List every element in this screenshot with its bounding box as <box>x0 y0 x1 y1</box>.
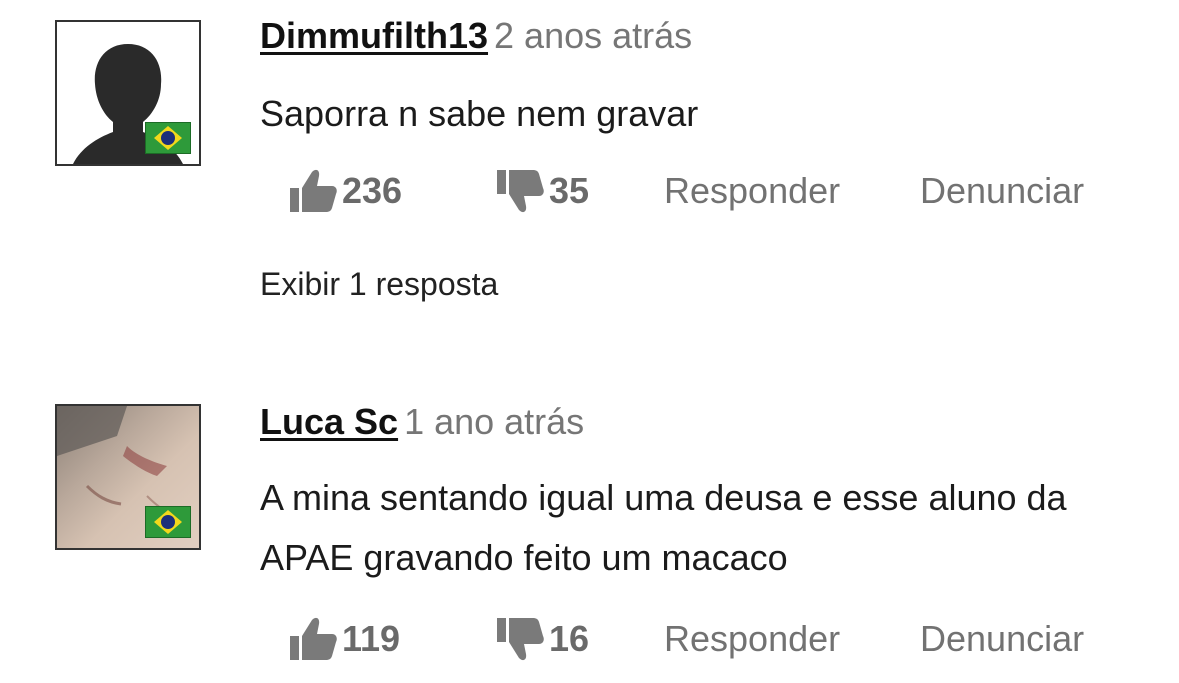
like-button[interactable]: 236 <box>288 166 402 216</box>
avatar[interactable] <box>55 20 201 166</box>
brazil-flag-icon <box>145 122 191 154</box>
comment-actions: 119 16 Responder Denunciar <box>288 614 1148 664</box>
comment-header: Luca Sc 1 ano atrás <box>260 404 584 440</box>
report-button[interactable]: Denunciar <box>920 166 1084 216</box>
reply-button[interactable]: Responder <box>664 614 840 664</box>
thumbs-up-icon <box>290 617 337 660</box>
thumbs-down-icon <box>497 618 544 661</box>
comment-actions: 236 35 Responder Denunciar <box>288 166 1148 216</box>
dislike-button[interactable]: 35 <box>495 166 589 216</box>
dislike-count: 16 <box>549 618 590 659</box>
like-count: 236 <box>342 170 403 211</box>
username-link[interactable]: Dimmufilth13 <box>260 15 488 56</box>
show-replies-link[interactable]: Exibir 1 resposta <box>260 266 498 303</box>
comment-header: Dimmufilth13 2 anos atrás <box>260 18 692 54</box>
report-button[interactable]: Denunciar <box>920 614 1084 664</box>
comment-text: Saporra n sabe nem gravar <box>260 93 699 134</box>
thumbs-up-icon <box>290 169 337 212</box>
comment-text: A mina sentando igual uma deusa e esse a… <box>260 477 1067 578</box>
like-count: 119 <box>342 618 401 659</box>
like-button[interactable]: 119 <box>288 614 400 664</box>
dislike-count: 35 <box>549 170 590 211</box>
dislike-button[interactable]: 16 <box>495 614 589 664</box>
timestamp[interactable]: 2 anos atrás <box>494 15 692 56</box>
username-link[interactable]: Luca Sc <box>260 401 398 442</box>
avatar[interactable] <box>55 404 201 550</box>
reply-button[interactable]: Responder <box>664 166 840 216</box>
thumbs-down-icon <box>497 170 544 213</box>
comment: Luca Sc 1 ano atrás A mina sentando igual… <box>0 390 1179 683</box>
brazil-flag-icon <box>145 506 191 538</box>
comment: Dimmufilth13 2 anos atrás Saporra n sabe … <box>0 0 1179 330</box>
timestamp[interactable]: 1 ano atrás <box>404 401 584 442</box>
